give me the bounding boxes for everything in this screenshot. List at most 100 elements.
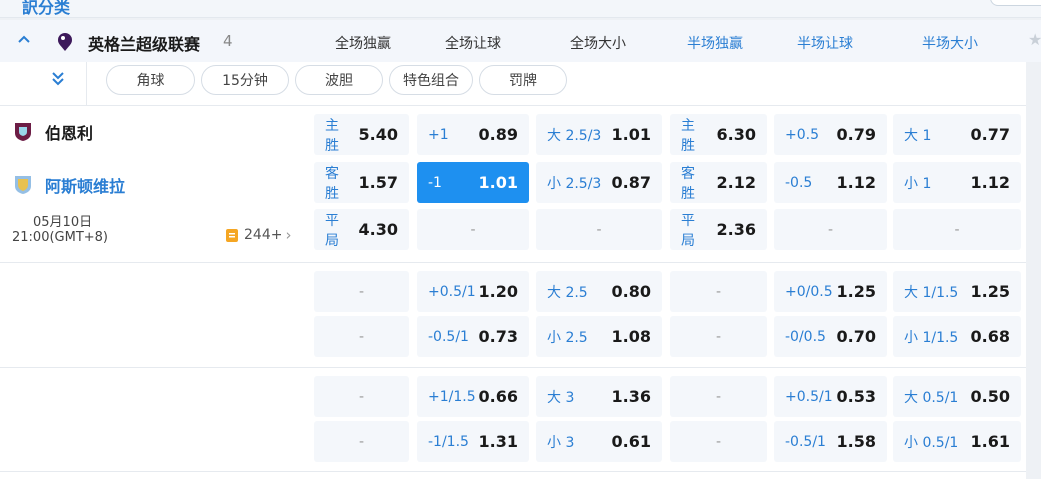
odds-value: 1.08 bbox=[611, 327, 651, 346]
odds-cell-half-over-under[interactable]: 小 1 1.12 bbox=[893, 162, 1021, 203]
odds-value: 0.66 bbox=[478, 387, 518, 406]
odds-cell-half-1x2[interactable]: 主胜 6.30 bbox=[670, 114, 767, 155]
odds-empty: - bbox=[715, 283, 722, 300]
odds-cell-half-handicap[interactable]: -0.5/1 1.58 bbox=[774, 421, 887, 462]
away-team[interactable]: 阿斯顿维拉 bbox=[14, 173, 125, 197]
league-match-count: 4 bbox=[223, 32, 233, 50]
odds-cell-full-1x2[interactable]: 主胜 5.40 bbox=[314, 114, 409, 155]
odds-cell-full-over-under[interactable]: 大 2.5/3 1.01 bbox=[536, 114, 662, 155]
odds-label: +0.5 bbox=[785, 126, 819, 143]
odds-label: 大 2.5/3 bbox=[547, 127, 602, 144]
scroll-gutter bbox=[1026, 62, 1041, 479]
odds-value: 0.70 bbox=[836, 327, 876, 346]
odds-label: -1/1.5 bbox=[428, 433, 469, 450]
odds-label: -0.5/1 bbox=[428, 328, 469, 345]
odds-label: -0.5/1 bbox=[785, 433, 826, 450]
odds-value: 0.68 bbox=[970, 327, 1010, 346]
odds-cell-half-1x2[interactable]: 平局 2.36 bbox=[670, 209, 767, 250]
odds-label: 大 0.5/1 bbox=[904, 389, 959, 406]
odds-label: 客胜 bbox=[325, 165, 339, 202]
odds-cell-half-handicap[interactable]: -0.5 1.12 bbox=[774, 162, 887, 203]
odds-value: 1.25 bbox=[836, 282, 876, 301]
favorite-star-icon[interactable]: ★ bbox=[1028, 30, 1041, 49]
odds-cell-full-over-under: - bbox=[536, 209, 662, 250]
odds-value: 1.12 bbox=[836, 173, 876, 192]
filter-special-combo[interactable]: 特色组合 bbox=[389, 65, 473, 95]
odds-label: 大 2.5 bbox=[547, 284, 588, 301]
odds-value: 1.58 bbox=[836, 432, 876, 451]
filter-15min[interactable]: 15分钟 bbox=[201, 65, 289, 95]
odds-cell-full-1x2: - bbox=[314, 316, 409, 357]
odds-cell-half-over-under[interactable]: 大 1 0.77 bbox=[893, 114, 1021, 155]
odds-cell-half-over-under[interactable]: 大 1/1.5 1.25 bbox=[893, 271, 1021, 312]
odds-value: 1.61 bbox=[970, 432, 1010, 451]
top-pill-button[interactable] bbox=[990, 0, 1041, 6]
odds-empty: - bbox=[827, 221, 834, 238]
odds-cell-half-handicap[interactable]: +0.5/1 0.53 bbox=[774, 376, 887, 417]
odds-cell-full-over-under[interactable]: 小 2.5 1.08 bbox=[536, 316, 662, 357]
odds-value: 0.53 bbox=[836, 387, 876, 406]
filter-corners[interactable]: 角球 bbox=[106, 65, 195, 95]
odds-cell-half-over-under[interactable]: 小 1/1.5 0.68 bbox=[893, 316, 1021, 357]
odds-cell-full-handicap[interactable]: +1/1.5 0.66 bbox=[417, 376, 529, 417]
odds-label: -1 bbox=[428, 174, 442, 191]
odds-value: 4.30 bbox=[358, 220, 398, 239]
odds-empty: - bbox=[954, 221, 960, 238]
odds-cell-full-over-under[interactable]: 大 2.5 0.80 bbox=[536, 271, 662, 312]
odds-label: +0/0.5 bbox=[785, 283, 833, 300]
odds-value: 1.01 bbox=[478, 173, 518, 192]
odds-cell-full-1x2[interactable]: 平局 4.30 bbox=[314, 209, 409, 250]
home-team[interactable]: 伯恩利 bbox=[14, 120, 93, 144]
odds-value: 2.12 bbox=[716, 173, 756, 192]
odds-label: 主胜 bbox=[325, 117, 339, 154]
expand-double-chevron-icon[interactable] bbox=[50, 70, 66, 90]
col-half-over-under[interactable]: 半场大小 bbox=[895, 33, 1005, 53]
league-header: 英格兰超级联赛 4 全场独赢 全场让球 全场大小 半场独赢 半场让球 半场大小 … bbox=[0, 20, 1041, 62]
odds-cell-full-handicap[interactable]: +0.5/1 1.20 bbox=[417, 271, 529, 312]
odds-cell-half-over-under[interactable]: 小 0.5/1 1.61 bbox=[893, 421, 1021, 462]
partial-title: 訳分类 bbox=[22, 0, 71, 17]
odds-value: 0.89 bbox=[478, 125, 518, 144]
col-half-1x2[interactable]: 半场独赢 bbox=[660, 33, 770, 53]
odds-value: 1.12 bbox=[970, 173, 1010, 192]
odds-value: 0.77 bbox=[970, 125, 1010, 144]
away-team-name: 阿斯顿维拉 bbox=[45, 177, 126, 196]
league-name[interactable]: 英格兰超级联赛 bbox=[88, 31, 200, 55]
collapse-chevron-up-icon[interactable] bbox=[14, 31, 34, 51]
filter-correct-score[interactable]: 波胆 bbox=[295, 65, 383, 95]
premier-league-logo-icon bbox=[58, 33, 72, 51]
odds-cell-full-over-under[interactable]: 小 2.5/3 0.87 bbox=[536, 162, 662, 203]
odds-value: 2.36 bbox=[716, 220, 756, 239]
odds-cell-half-1x2: - bbox=[670, 376, 767, 417]
divider bbox=[0, 262, 1026, 263]
filter-cards[interactable]: 罚牌 bbox=[479, 65, 567, 95]
odds-cell-full-handicap[interactable]: -1 1.01 bbox=[417, 162, 529, 203]
odds-cell-full-handicap[interactable]: +1 0.89 bbox=[417, 114, 529, 155]
odds-cell-full-1x2[interactable]: 客胜 1.57 bbox=[314, 162, 409, 203]
odds-label: 小 2.5 bbox=[547, 329, 588, 346]
odds-label: 大 1/1.5 bbox=[904, 284, 959, 301]
odds-cell-full-over-under[interactable]: 小 3 0.61 bbox=[536, 421, 662, 462]
odds-cell-half-handicap[interactable]: +0.5 0.79 bbox=[774, 114, 887, 155]
odds-cell-half-handicap[interactable]: -0/0.5 0.70 bbox=[774, 316, 887, 357]
odds-cell-full-over-under[interactable]: 大 3 1.36 bbox=[536, 376, 662, 417]
markets-file-icon bbox=[226, 228, 238, 242]
odds-empty: - bbox=[715, 328, 722, 345]
odds-empty: - bbox=[358, 283, 365, 300]
match-panel: 角球 15分钟 波胆 特色组合 罚牌 伯恩利 阿斯顿维拉 05月10日 21:0… bbox=[0, 62, 1026, 479]
top-strip: 訳分类 bbox=[0, 0, 1041, 18]
odds-cell-half-1x2: - bbox=[670, 316, 767, 357]
odds-cell-half-over-under[interactable]: 大 0.5/1 0.50 bbox=[893, 376, 1021, 417]
odds-empty: - bbox=[358, 433, 365, 450]
odds-cell-full-handicap[interactable]: -0.5/1 0.73 bbox=[417, 316, 529, 357]
odds-cell-half-1x2[interactable]: 客胜 2.12 bbox=[670, 162, 767, 203]
more-markets-link[interactable]: 244+ › bbox=[225, 226, 291, 244]
col-half-handicap[interactable]: 半场让球 bbox=[770, 33, 880, 53]
odds-cell-full-handicap[interactable]: -1/1.5 1.31 bbox=[417, 421, 529, 462]
market-filter-bar: 角球 15分钟 波胆 特色组合 罚牌 bbox=[106, 65, 567, 95]
odds-label: -0.5 bbox=[785, 174, 813, 191]
odds-value: 0.50 bbox=[970, 387, 1010, 406]
odds-cell-half-handicap[interactable]: +0/0.5 1.25 bbox=[774, 271, 887, 312]
odds-cell-full-1x2: - bbox=[314, 271, 409, 312]
odds-label: 小 1/1.5 bbox=[904, 329, 959, 346]
